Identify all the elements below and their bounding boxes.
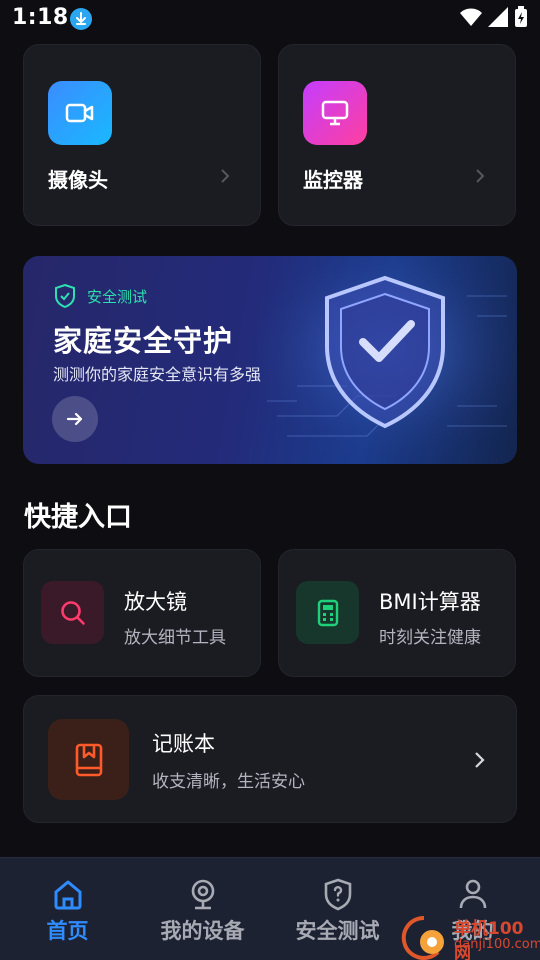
tab-home-label: 首页 xyxy=(46,919,89,943)
calculator-icon xyxy=(296,581,359,644)
shield-check-icon xyxy=(55,283,75,309)
tab-security-test-label: 安全测试 xyxy=(295,919,380,943)
watermark-logo xyxy=(401,915,444,960)
book-icon xyxy=(48,719,129,800)
download-icon xyxy=(70,8,92,30)
bmi-calculator-card[interactable]: BMI计算器 时刻关注健康 xyxy=(278,549,516,677)
monitor-label: 监控器 xyxy=(303,168,363,192)
ledger-card[interactable]: 记账本 收支清晰，生活安心 xyxy=(23,695,517,823)
banner-tag: 安全测试 xyxy=(53,283,147,309)
person-icon xyxy=(459,879,486,909)
banner-go-button[interactable] xyxy=(52,396,98,442)
camera-card[interactable]: 摄像头 xyxy=(23,44,261,226)
webcam-icon xyxy=(191,879,214,910)
status-time: 1:18 xyxy=(12,5,69,30)
camera-label: 摄像头 xyxy=(48,168,108,192)
app-screen: 1:18 摄像头 监控器 安全测试 家庭安全守护 测测你的家庭安全意识有多强 快… xyxy=(0,0,540,960)
banner-title: 家庭安全守护 xyxy=(53,324,234,358)
status-bar: 1:18 xyxy=(0,0,540,36)
magnifier-icon xyxy=(41,581,104,644)
status-icons xyxy=(460,6,528,28)
monitor-icon xyxy=(303,81,367,145)
tab-my-devices-label: 我的设备 xyxy=(160,919,245,943)
magnifier-subtitle: 放大细节工具 xyxy=(124,628,226,648)
chevron-right-icon xyxy=(475,752,485,768)
magnifier-card[interactable]: 放大镜 放大细节工具 xyxy=(23,549,261,677)
tab-security-test[interactable]: 安全测试 xyxy=(270,858,405,960)
security-test-banner[interactable]: 安全测试 家庭安全守护 测测你的家庭安全意识有多强 xyxy=(23,256,517,464)
bmi-subtitle: 时刻关注健康 xyxy=(379,628,481,648)
signal-icon xyxy=(488,7,508,27)
bmi-title: BMI计算器 xyxy=(379,590,481,614)
ledger-subtitle: 收支清晰，生活安心 xyxy=(152,772,305,792)
banner-subtitle: 测测你的家庭安全意识有多强 xyxy=(53,365,262,384)
tab-my-devices[interactable]: 我的设备 xyxy=(135,858,270,960)
magnifier-title: 放大镜 xyxy=(124,590,187,614)
watermark-url: danji100.com xyxy=(454,937,540,952)
chevron-right-icon xyxy=(476,169,485,183)
shield-illustration xyxy=(257,256,517,464)
arrow-right-icon xyxy=(66,412,83,426)
watermark: 单机100网 danji100.com xyxy=(390,912,540,960)
ledger-title: 记账本 xyxy=(152,732,215,756)
wifi-icon xyxy=(460,8,482,26)
video-camera-icon xyxy=(48,81,112,145)
home-icon xyxy=(54,880,81,910)
monitor-card[interactable]: 监控器 xyxy=(278,44,516,226)
banner-tag-text: 安全测试 xyxy=(87,287,148,306)
shield-question-icon xyxy=(324,878,351,911)
battery-charging-icon xyxy=(515,6,527,27)
chevron-right-icon xyxy=(221,169,230,183)
section-title-quick-entry: 快捷入口 xyxy=(24,502,132,533)
tab-home[interactable]: 首页 xyxy=(0,858,135,960)
